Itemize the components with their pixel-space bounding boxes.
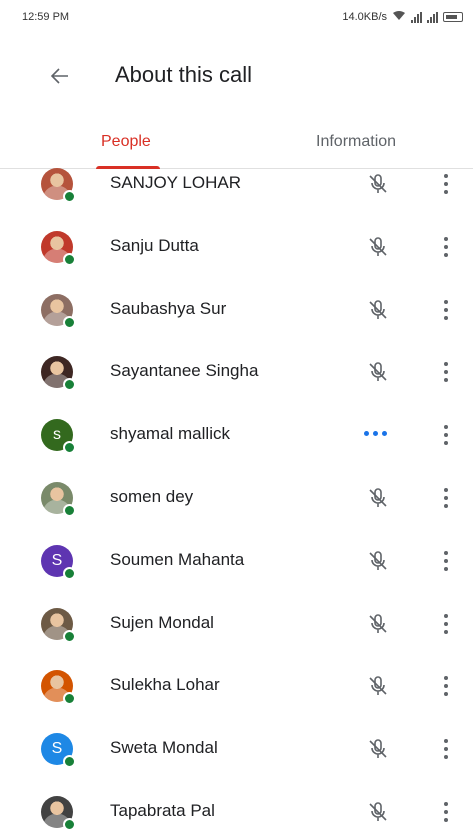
- initial-avatar: S: [41, 733, 76, 769]
- avatar-initial: S: [51, 740, 63, 758]
- participant-name: SANJOY LOHAR: [110, 173, 242, 192]
- online-status-dot: [63, 315, 76, 329]
- mic-off-icon: [366, 235, 390, 259]
- online-status-dot: [63, 378, 76, 392]
- initial-avatar: s: [41, 419, 76, 455]
- participant-name: Saubashya Sur: [110, 298, 227, 318]
- participant-name: Sweta Mondal: [110, 738, 218, 758]
- participant-row[interactable]: Sanju Dutta: [0, 216, 473, 278]
- page-title: About this call: [115, 62, 252, 87]
- avatar-photo: [41, 168, 76, 203]
- more-options-icon[interactable]: [434, 231, 458, 263]
- more-options-icon[interactable]: [434, 356, 458, 388]
- mic-off-icon: [366, 172, 390, 196]
- avatar-photo: [41, 796, 76, 831]
- signal-icon: [411, 11, 422, 23]
- online-status-dot: [63, 755, 76, 769]
- app-bar: About this call: [0, 48, 473, 104]
- signal-icon-2: [427, 11, 438, 23]
- participant-name: somen dey: [110, 487, 194, 506]
- avatar-photo: [41, 230, 76, 266]
- avatar-photo: [41, 482, 76, 517]
- participant-row[interactable]: Tapabrata Pal: [0, 781, 473, 832]
- mic-off-icon: [366, 486, 390, 510]
- online-status-dot: [63, 692, 76, 706]
- more-options-icon[interactable]: [434, 670, 458, 702]
- status-icons: 14.0KB/s: [342, 10, 463, 24]
- status-bar: 12:59 PM 14.0KB/s: [0, 0, 473, 34]
- network-speed: 14.0KB/s: [342, 11, 387, 23]
- participant-row[interactable]: somen dey: [0, 467, 473, 529]
- avatar-photo: [41, 670, 76, 706]
- participant-row[interactable]: Saubashya Sur: [0, 279, 473, 341]
- mic-off-icon: [366, 674, 390, 698]
- avatar-initial: s: [53, 426, 61, 444]
- mic-off-icon: [366, 360, 390, 384]
- more-options-icon[interactable]: [434, 545, 458, 577]
- avatar-photo: [41, 356, 76, 392]
- participant-list: SANJOY LOHAR Sanju Dutta Saubashya Sur Saya…: [0, 154, 473, 832]
- participant-row[interactable]: S Soumen Mahanta: [0, 530, 473, 592]
- mic-off-icon: [366, 298, 390, 322]
- avatar-initial: S: [51, 551, 63, 569]
- participant-name: Tapabrata Pal: [110, 801, 215, 820]
- participant-row[interactable]: SANJOY LOHAR: [0, 154, 473, 215]
- more-options-icon[interactable]: [434, 168, 458, 200]
- mic-off-icon: [366, 549, 390, 573]
- participant-name: Soumen Mahanta: [110, 549, 245, 569]
- participant-name: Sanju Dutta: [110, 235, 199, 255]
- participant-name: shyamal mallick: [110, 424, 230, 444]
- more-options-icon[interactable]: [434, 796, 458, 828]
- more-options-icon[interactable]: [434, 294, 458, 326]
- more-options-icon[interactable]: [434, 733, 458, 765]
- more-options-icon[interactable]: [434, 482, 458, 514]
- wifi-icon: [392, 10, 406, 24]
- more-options-icon[interactable]: [434, 608, 458, 640]
- online-status-dot: [63, 190, 76, 203]
- online-status-dot: [63, 629, 76, 643]
- online-status-dot: [63, 818, 76, 831]
- participant-row[interactable]: s shyamal mallick: [0, 404, 473, 466]
- online-status-dot: [63, 441, 76, 455]
- mic-off-icon: [366, 737, 390, 761]
- participant-row[interactable]: Sulekha Lohar: [0, 655, 473, 717]
- speaking-indicator-icon: [364, 431, 387, 437]
- participant-row[interactable]: Sujen Mondal: [0, 593, 473, 655]
- back-button[interactable]: [40, 56, 80, 96]
- mic-off-icon: [366, 800, 390, 824]
- status-time: 12:59 PM: [22, 11, 70, 23]
- participant-name: Sulekha Lohar: [110, 675, 220, 695]
- participant-name: Sujen Mondal: [110, 612, 214, 632]
- online-status-dot: [63, 504, 76, 517]
- more-options-icon[interactable]: [434, 419, 458, 451]
- online-status-dot: [63, 252, 76, 266]
- battery-icon: [443, 12, 463, 22]
- avatar-photo: [41, 607, 76, 643]
- participant-name: Sayantanee Singha: [110, 361, 259, 381]
- participant-row[interactable]: S Sweta Mondal: [0, 718, 473, 780]
- initial-avatar: S: [41, 544, 76, 580]
- mic-off-icon: [366, 612, 390, 636]
- participant-row[interactable]: Sayantanee Singha: [0, 341, 473, 403]
- arrow-back-icon: [50, 68, 68, 84]
- avatar-photo: [41, 293, 76, 329]
- online-status-dot: [63, 566, 76, 580]
